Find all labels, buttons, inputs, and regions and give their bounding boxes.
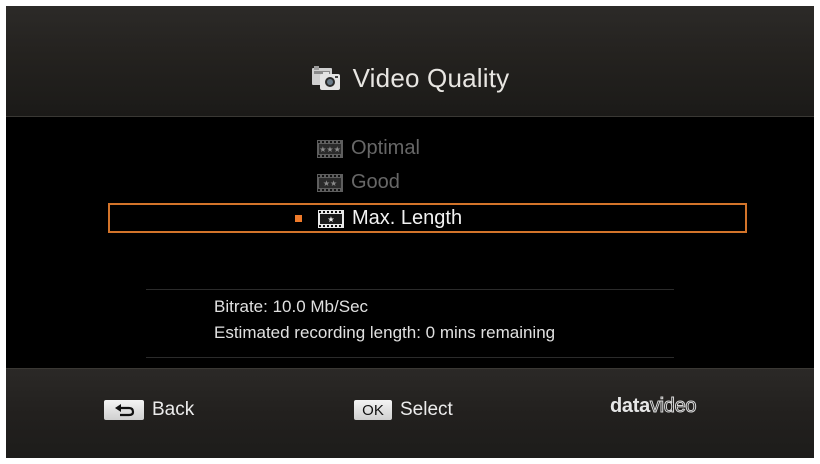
three-star-film-icon: ★★★ <box>317 139 343 158</box>
option-label: Optimal <box>351 137 420 159</box>
svg-text:★★★: ★★★ <box>319 145 341 154</box>
recording-length-text: Estimated recording length: 0 mins remai… <box>214 323 556 342</box>
select-label: Select <box>400 399 453 420</box>
svg-text:★★: ★★ <box>323 179 337 188</box>
ok-key-icon: OK <box>354 400 392 420</box>
option-good[interactable]: ★★ Good <box>317 171 400 194</box>
one-star-film-icon: ★ <box>318 209 344 228</box>
header: Video Quality <box>6 6 814 117</box>
divider <box>146 289 674 290</box>
title-bar: Video Quality <box>6 58 814 98</box>
option-max-length[interactable]: ★ Max. Length <box>295 207 462 230</box>
divider <box>146 357 674 358</box>
option-label: Max. Length <box>352 207 463 229</box>
bitrate-text: Bitrate: 10.0 Mb/Sec <box>214 297 369 316</box>
svg-text:★: ★ <box>327 215 334 224</box>
back-button[interactable]: Back <box>104 399 194 421</box>
datavideo-logo: datavideo <box>610 395 697 418</box>
page-title: Video Quality <box>352 62 510 93</box>
options-panel: ★★★ Optimal ★★ Good ★ Max. Length Bitrat… <box>6 117 814 367</box>
two-star-film-icon: ★★ <box>317 173 343 192</box>
back-arrow-icon <box>104 400 144 420</box>
select-button[interactable]: OK Select <box>354 399 453 421</box>
camera-settings-icon <box>311 66 340 90</box>
screen: Video Quality ★★★ Optimal ★★ Good ★ Max.… <box>6 6 814 458</box>
back-label: Back <box>152 399 195 420</box>
selected-indicator-icon <box>295 215 302 222</box>
option-label: Good <box>351 171 400 193</box>
footer: Back OK Select datavideo <box>6 368 814 458</box>
option-optimal[interactable]: ★★★ Optimal <box>317 137 420 160</box>
